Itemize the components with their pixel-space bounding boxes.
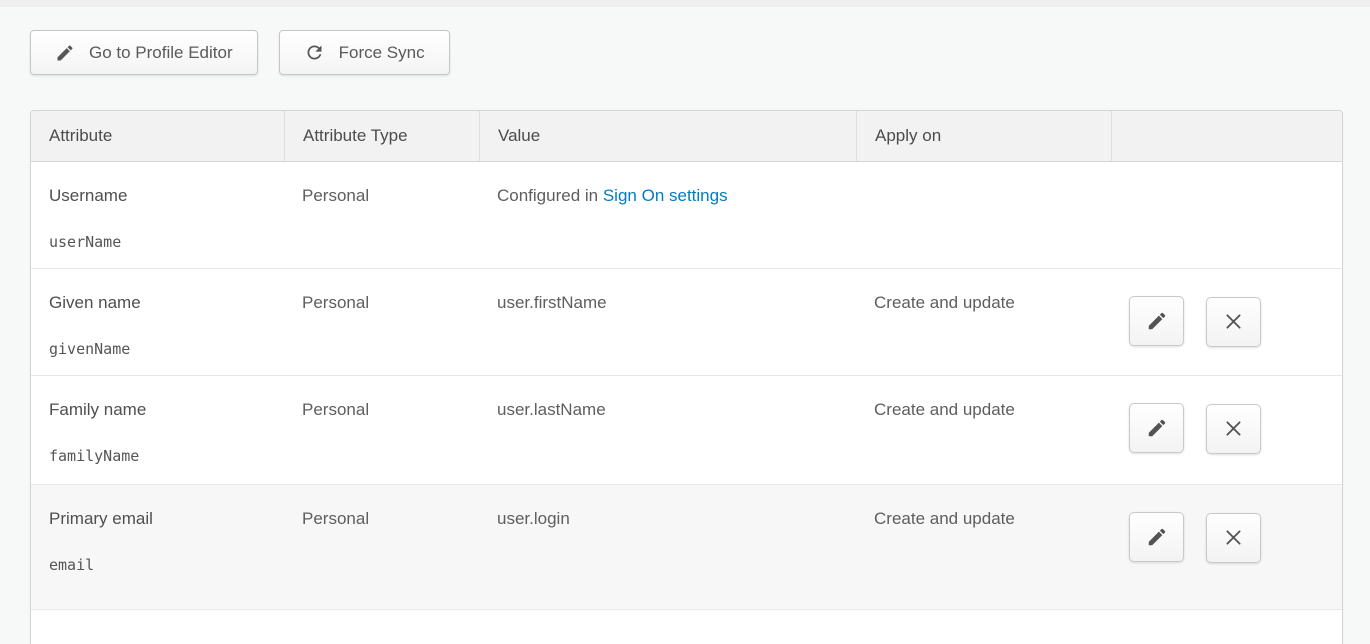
column-header-apply-on: Apply on: [856, 111, 1111, 162]
attribute-type: Personal: [302, 186, 369, 205]
attribute-type: Personal: [302, 293, 369, 312]
delete-attribute-button[interactable]: [1206, 513, 1261, 563]
delete-attribute-button[interactable]: [1206, 297, 1261, 347]
attribute-variable: givenName: [49, 340, 266, 358]
table-row-given-name: Given name givenName Personal user.first…: [31, 268, 1342, 375]
pencil-icon: [55, 43, 75, 63]
table-row-username: Username userName Personal Configured in…: [31, 162, 1342, 268]
attribute-variable: userName: [49, 233, 266, 251]
delete-attribute-button[interactable]: [1206, 404, 1261, 454]
attribute-mappings-screen: Go to Profile Editor Force Sync Attribut…: [0, 0, 1370, 644]
table-header-row: Attribute Attribute Type Value Apply on: [31, 111, 1342, 162]
value-expression: user.firstName: [497, 293, 607, 312]
value-expression: user.login: [497, 509, 570, 528]
force-sync-button[interactable]: Force Sync: [279, 30, 450, 75]
edit-attribute-button[interactable]: [1129, 403, 1184, 453]
pencil-icon: [1146, 310, 1168, 332]
column-header-value: Value: [479, 111, 856, 162]
attribute-variable: familyName: [49, 447, 266, 465]
attribute-type: Personal: [302, 509, 369, 528]
attribute-mappings-table: Attribute Attribute Type Value Apply on …: [30, 110, 1343, 644]
force-sync-label: Force Sync: [339, 43, 425, 63]
pencil-icon: [1146, 417, 1168, 439]
attribute-label: Given name: [49, 293, 266, 313]
value-text: Configured in: [497, 186, 603, 205]
apply-on-value: Create and update: [874, 509, 1015, 528]
refresh-icon: [304, 42, 325, 63]
edit-attribute-button[interactable]: [1129, 296, 1184, 346]
attribute-label: Primary email: [49, 509, 266, 529]
table-row-family-name: Family name familyName Personal user.las…: [31, 375, 1342, 484]
close-icon: [1223, 418, 1244, 439]
attribute-label: Username: [49, 186, 266, 206]
close-icon: [1223, 527, 1244, 548]
value-expression: user.lastName: [497, 400, 606, 419]
close-icon: [1223, 311, 1244, 332]
table-row-primary-email: Primary email email Personal user.login …: [31, 484, 1342, 609]
attribute-type: Personal: [302, 400, 369, 419]
top-edge-strip: [0, 0, 1370, 7]
column-header-attribute-type: Attribute Type: [284, 111, 479, 162]
toolbar: Go to Profile Editor Force Sync: [30, 30, 450, 75]
table-row-partial: [31, 609, 1342, 644]
pencil-icon: [1146, 526, 1168, 548]
column-header-attribute: Attribute: [31, 111, 284, 162]
apply-on-value: Create and update: [874, 293, 1015, 312]
attribute-variable: email: [49, 556, 266, 574]
apply-on-value: Create and update: [874, 400, 1015, 419]
go-to-profile-editor-label: Go to Profile Editor: [89, 43, 233, 63]
go-to-profile-editor-button[interactable]: Go to Profile Editor: [30, 30, 258, 75]
column-header-actions: [1111, 111, 1342, 162]
edit-attribute-button[interactable]: [1129, 512, 1184, 562]
attribute-label: Family name: [49, 400, 266, 420]
sign-on-settings-link[interactable]: Sign On settings: [603, 186, 728, 205]
